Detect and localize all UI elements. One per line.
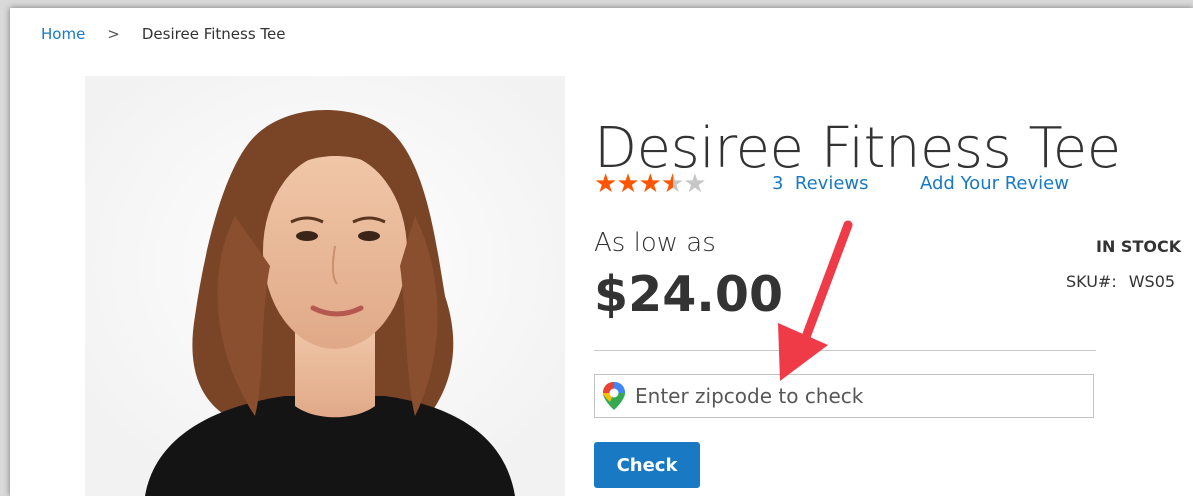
reviews-link[interactable]: 3 Reviews [772, 173, 869, 194]
product-price: $24.00 [594, 266, 784, 323]
product-photo-illustration [85, 76, 565, 496]
map-pin-icon [603, 382, 625, 410]
page-frame: Home > Desiree Fitness Tee Desiree Fitne… [10, 8, 1193, 496]
star-empty-icon: ★ [683, 169, 706, 199]
star-icon: ★ [616, 169, 639, 199]
rating-stars: ★★★★★ [594, 169, 707, 199]
sku-label: SKU#: [1066, 272, 1117, 291]
breadcrumb-home-link[interactable]: Home [41, 25, 85, 43]
sku-value: WS05 [1128, 272, 1176, 291]
breadcrumb: Home > Desiree Fitness Tee [41, 25, 286, 43]
stock-status: IN STOCK [1096, 237, 1182, 256]
product-image[interactable] [85, 76, 565, 496]
check-button[interactable]: Check [594, 442, 700, 488]
breadcrumb-current: Desiree Fitness Tee [141, 25, 286, 43]
breadcrumb-separator: > [107, 25, 120, 43]
star-icon: ★ [594, 169, 617, 199]
annotation-arrow [778, 220, 853, 381]
star-half-icon: ★ [660, 169, 684, 199]
sku: SKU#: WS05 [1066, 272, 1175, 291]
star-icon: ★ [638, 169, 662, 199]
price-prefix: As low as [594, 228, 716, 258]
add-review-link[interactable]: Add Your Review [920, 173, 1069, 194]
